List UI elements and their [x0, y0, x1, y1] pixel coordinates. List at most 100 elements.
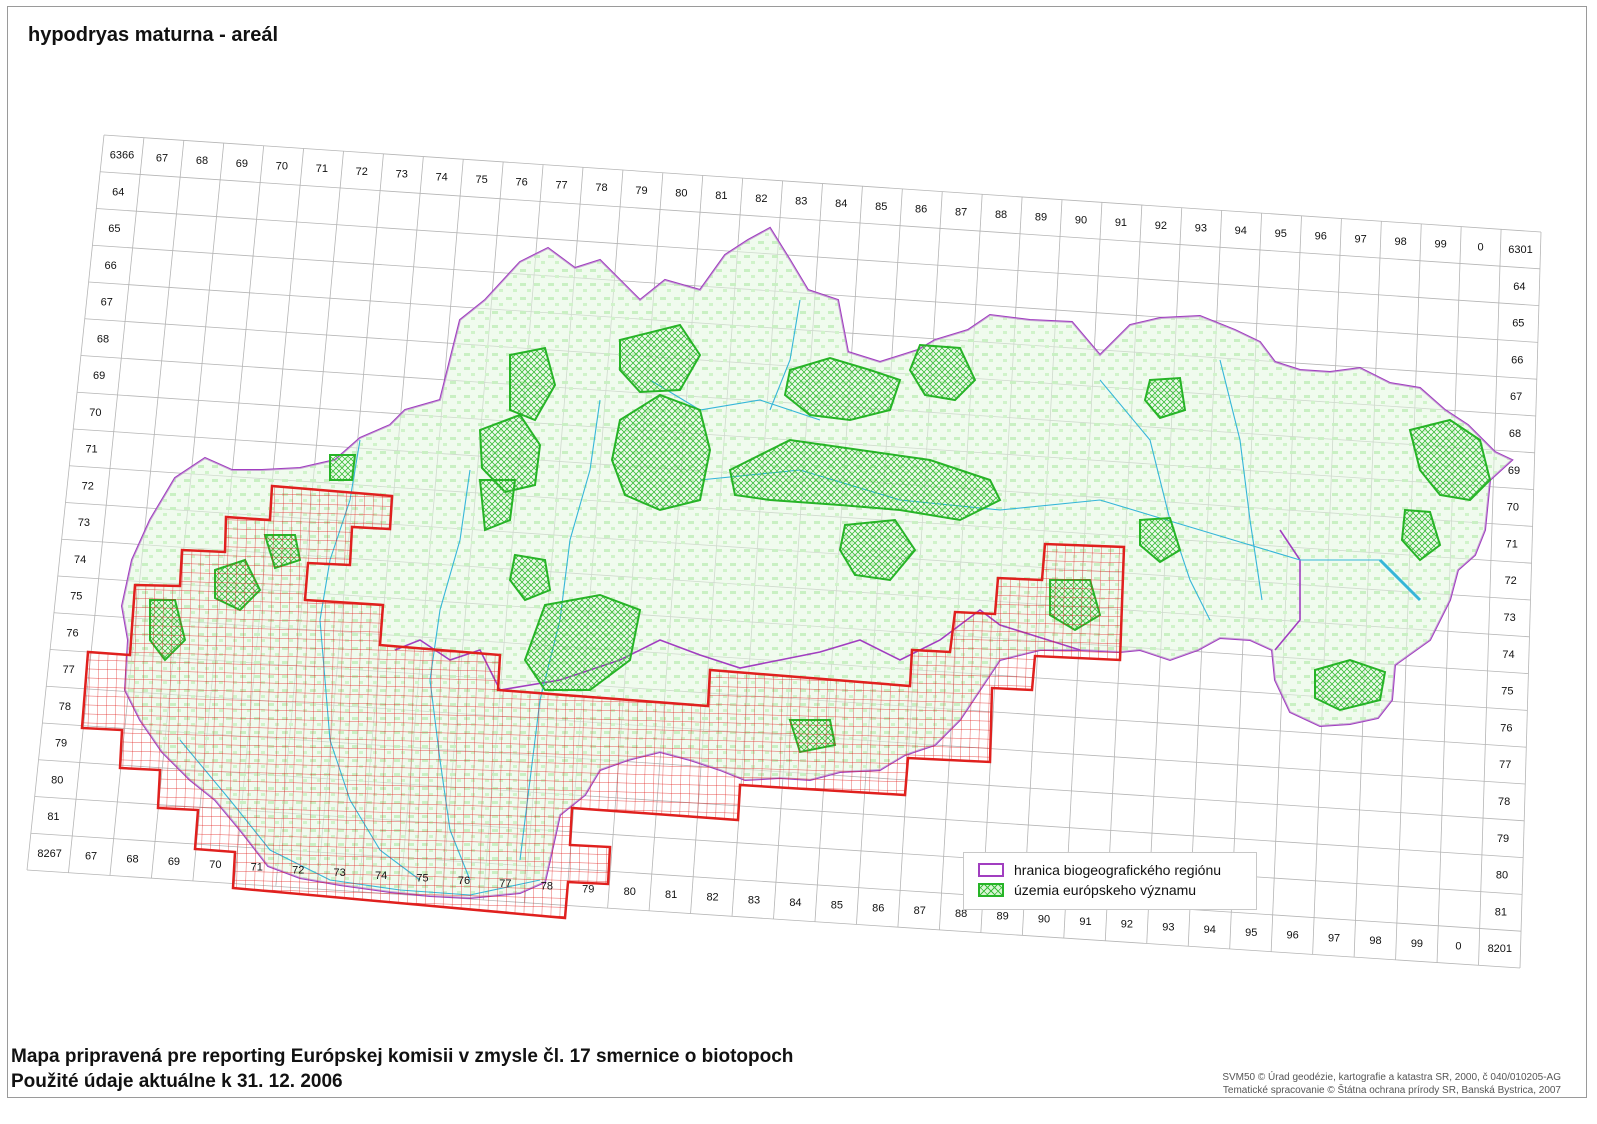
grid-label-bottom: 83	[748, 894, 760, 906]
grid-label-top: 87	[955, 206, 967, 218]
grid-label-top: 99	[1434, 239, 1446, 251]
grid-label-right: 79	[1497, 833, 1509, 845]
grid-label-left: 81	[47, 811, 59, 823]
grid-label-top: 78	[595, 182, 607, 194]
grid-label-right: 64	[1513, 281, 1525, 293]
grid-label-top: 88	[995, 209, 1007, 221]
grid-label-right: 8201	[1488, 943, 1512, 955]
credit-thematic: Tematické spracovanie © Štátna ochrana p…	[1222, 1085, 1561, 1096]
grid-label-top: 6366	[110, 150, 134, 162]
grid-label-bottom: 95	[1245, 927, 1257, 939]
grid-label-left: 72	[82, 480, 94, 492]
grid-label-right: 75	[1501, 686, 1513, 698]
grid-label-top: 80	[675, 187, 687, 199]
grid-label-top: 0	[1477, 241, 1483, 253]
grid-label-top: 82	[755, 193, 767, 205]
sci-sites-swatch	[978, 883, 1004, 897]
grid-label-bottom: 71	[251, 862, 263, 874]
map-title: hypodryas maturna - areál	[28, 24, 279, 46]
grid-label-bottom: 82	[706, 892, 718, 904]
grid-label-top: 68	[196, 155, 208, 167]
grid-label-bottom: 77	[499, 878, 511, 890]
grid-label-left: 70	[89, 407, 101, 419]
grid-label-bottom: 92	[1121, 919, 1133, 931]
grid-label-bottom: 0	[1455, 941, 1461, 953]
grid-label-left: 65	[108, 223, 120, 235]
grid-label-left: 68	[97, 333, 109, 345]
grid-line	[96, 208, 1539, 306]
grid-line	[100, 171, 1540, 270]
grid-label-top: 85	[875, 201, 887, 213]
grid-label-bottom: 67	[85, 851, 97, 863]
grid-label-top: 98	[1395, 236, 1407, 248]
grid-label-top: 91	[1115, 217, 1127, 229]
grid-label-bottom: 72	[292, 864, 304, 876]
grid-label-left: 79	[55, 738, 67, 750]
grid-label-right: 65	[1512, 318, 1524, 330]
grid-label-right: 78	[1498, 796, 1510, 808]
grid-label-bottom: 85	[831, 900, 843, 912]
grid-label-top: 95	[1275, 228, 1287, 240]
grid-label-top: 69	[236, 158, 248, 170]
grid-label-top: 6301	[1508, 244, 1532, 256]
grid-label-bottom: 81	[665, 889, 677, 901]
grid-label-right: 80	[1496, 870, 1508, 882]
grid-label-left: 64	[112, 186, 124, 198]
grid-label-top: 70	[276, 161, 288, 173]
grid-label-left: 76	[66, 627, 78, 639]
grid-label-left: 67	[101, 297, 113, 309]
grid-label-top: 96	[1315, 231, 1327, 243]
grid-label-bottom: 69	[168, 856, 180, 868]
footer-description: Mapa pripravená pre reporting Európskej …	[11, 1046, 794, 1067]
grid-label-bottom: 74	[375, 870, 387, 882]
grid-label-right: 68	[1509, 428, 1521, 440]
grid-label-bottom: 97	[1328, 932, 1340, 944]
grid-label-top: 90	[1075, 214, 1087, 226]
grid-label-bottom: 76	[458, 875, 470, 887]
grid-label-top: 77	[555, 179, 567, 191]
grid-label-top: 76	[515, 177, 527, 189]
grid-label-top: 75	[476, 174, 488, 186]
species-range-map: 6366 67 68 69 70 71 72 73 74 75 76 77 78 79 80 81 82 83 84…	[26, 134, 1542, 969]
grid-label-bottom: 89	[996, 911, 1008, 923]
grid-label-right: 66	[1511, 354, 1523, 366]
grid-label-top: 73	[396, 169, 408, 181]
grid-label-left: 74	[74, 554, 86, 566]
grid-label-top: 72	[356, 166, 368, 178]
grid-label-right: 81	[1495, 906, 1507, 918]
region-border-swatch	[978, 863, 1004, 877]
grid-label-top: 71	[316, 163, 328, 175]
grid-label-right: 77	[1499, 759, 1511, 771]
grid-label-left: 71	[85, 444, 97, 456]
grid-label-top: 83	[795, 196, 807, 208]
grid-label-top: 86	[915, 204, 927, 216]
grid-label-bottom: 87	[914, 905, 926, 917]
grid-label-left: 78	[59, 701, 71, 713]
grid-label-left: 80	[51, 774, 63, 786]
grid-label-right: 67	[1510, 391, 1522, 403]
grid-label-right: 72	[1505, 575, 1517, 587]
legend-item-sci-sites: územia európskeho významu	[978, 881, 1196, 899]
grid-label-left: 69	[93, 370, 105, 382]
grid-label-bottom: 79	[582, 883, 594, 895]
grid-label-bottom: 98	[1369, 935, 1381, 947]
grid-label-top: 84	[835, 198, 847, 210]
grid-label-bottom: 93	[1162, 921, 1174, 933]
legend-item-region-border: hranica biogeografického regiónu	[978, 861, 1221, 879]
grid-label-bottom: 91	[1079, 916, 1091, 928]
grid-label-top: 97	[1355, 233, 1367, 245]
grid-label-right: 71	[1506, 538, 1518, 550]
grid-label-left: 75	[70, 591, 82, 603]
grid-label-left: 66	[104, 260, 116, 272]
grid-label-top: 79	[635, 185, 647, 197]
grid-label-bottom: 78	[541, 881, 553, 893]
grid-label-right: 70	[1507, 502, 1519, 514]
grid-label-top: 92	[1155, 220, 1167, 232]
grid-line	[103, 134, 1542, 233]
grid-label-bottom: 90	[1038, 913, 1050, 925]
grid-label-bottom: 99	[1411, 938, 1423, 950]
legend-label: hranica biogeografického regiónu	[1014, 862, 1222, 878]
grid-label-top: 94	[1235, 225, 1247, 237]
grid-label-right: 73	[1503, 612, 1515, 624]
grid-label-bottom: 96	[1287, 930, 1299, 942]
